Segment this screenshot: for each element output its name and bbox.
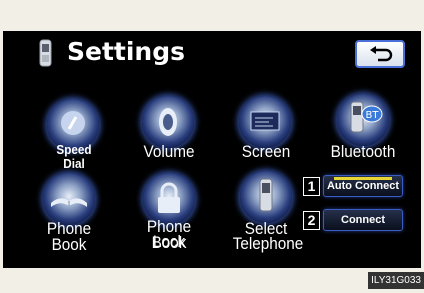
connect-button[interactable]: Connect bbox=[323, 209, 403, 231]
connect-number: 2 bbox=[303, 211, 320, 230]
screen-label: Screen bbox=[241, 142, 291, 161]
connect-label: Connect bbox=[341, 214, 385, 226]
svg-text:BT: BT bbox=[366, 110, 380, 121]
auto-connect-indicator bbox=[334, 177, 392, 180]
bluetooth-phone-icon: BT bbox=[350, 101, 383, 133]
settings-screen: Settings Speed Dial Volume Screen BT Blu… bbox=[3, 31, 421, 268]
back-button[interactable] bbox=[355, 40, 405, 68]
phone-book-lock-label-2: Lock bbox=[152, 232, 186, 251]
speed-dial-label-2: Dial bbox=[63, 156, 85, 171]
select-telephone-button[interactable]: Select Telephone bbox=[229, 171, 303, 253]
select-telephone-label-2: Telephone bbox=[232, 234, 304, 253]
screen-button[interactable]: Screen bbox=[231, 96, 301, 166]
phone-book-orb bbox=[43, 173, 95, 225]
speed-dial-button[interactable]: Speed Dial bbox=[43, 99, 105, 179]
mobile-phone-icon bbox=[39, 39, 52, 67]
mobile-phone-icon bbox=[259, 178, 273, 212]
phone-book-button[interactable]: Phone Book bbox=[27, 173, 111, 253]
volume-label: Volume bbox=[143, 142, 195, 161]
screen-orb bbox=[239, 96, 291, 148]
speed-dial-label-1: Speed bbox=[56, 142, 92, 157]
back-arrow-icon bbox=[370, 46, 393, 62]
phone-book-label: Phone Book bbox=[46, 219, 92, 254]
auto-connect-button[interactable]: Auto Connect bbox=[323, 175, 403, 197]
bluetooth-button[interactable]: BT Bluetooth bbox=[321, 94, 405, 166]
bluetooth-orb: BT bbox=[337, 94, 389, 146]
auto-connect-number: 1 bbox=[303, 177, 320, 196]
bluetooth-label: Bluetooth bbox=[330, 142, 396, 161]
phone-book-lock-button[interactable]: Phone Book Lock bbox=[129, 173, 209, 253]
reference-code: ILY31G033 bbox=[368, 272, 424, 289]
volume-button[interactable]: Volume bbox=[133, 96, 205, 166]
page-title: Settings bbox=[67, 37, 186, 66]
volume-orb bbox=[142, 96, 194, 148]
select-telephone-orb bbox=[240, 171, 292, 223]
speaker-icon bbox=[159, 108, 177, 136]
screen-icon bbox=[250, 111, 280, 131]
book-icon bbox=[51, 198, 87, 207]
auto-connect-label: Auto Connect bbox=[326, 180, 400, 192]
